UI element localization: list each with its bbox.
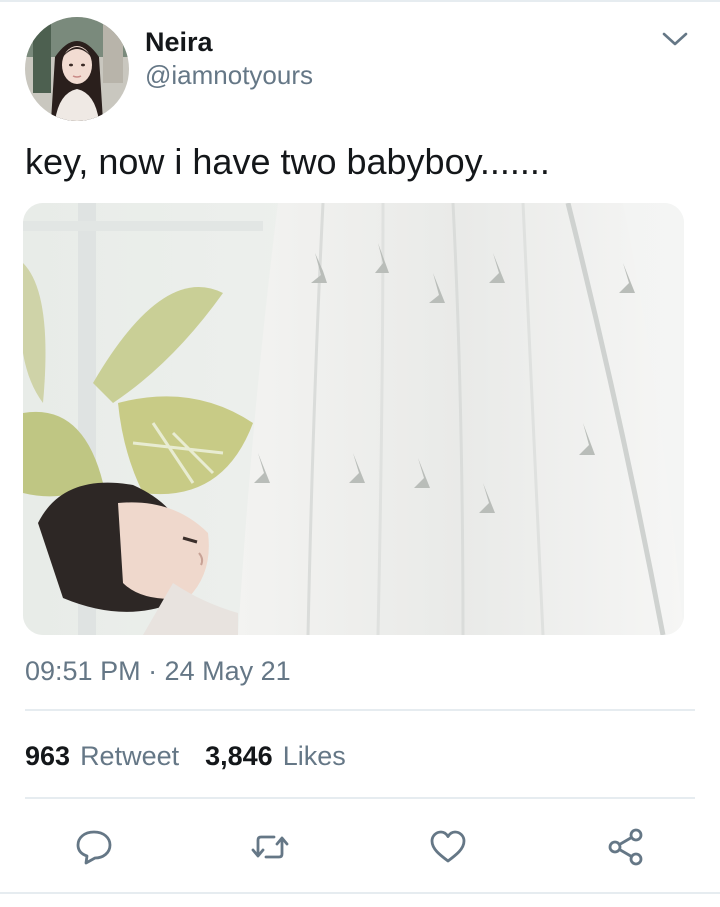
divider [25,797,695,799]
avatar[interactable] [25,17,129,121]
top-divider [0,0,720,2]
user-handle[interactable]: @iamnotyours [145,60,313,90]
share-icon [608,828,643,866]
share-button[interactable] [606,828,646,866]
tweet-media[interactable] [23,203,684,635]
tweet-timestamp[interactable]: 09:51 PM · 24 May 21 [25,655,291,687]
retweet-count[interactable]: 963 [25,740,70,772]
tweet-text: key, now i have two babyboy....... [25,141,550,182]
retweet-icon [251,835,289,859]
like-button[interactable] [428,828,468,866]
chevron-down-icon[interactable] [660,27,690,51]
display-name[interactable]: Neira [145,26,213,58]
retweet-label[interactable]: Retweet [80,740,179,772]
avatar-image [25,17,129,121]
likes-count[interactable]: 3,846 [205,740,273,772]
bottom-divider [0,892,720,894]
divider [25,709,695,711]
tweet-stats: 963 Retweet 3,846 Likes [25,740,372,772]
heart-icon [430,830,466,863]
likes-label[interactable]: Likes [283,740,346,772]
reply-button[interactable] [74,828,114,866]
retweet-button[interactable] [250,828,290,866]
reply-icon [76,830,112,865]
media-image [23,203,684,635]
